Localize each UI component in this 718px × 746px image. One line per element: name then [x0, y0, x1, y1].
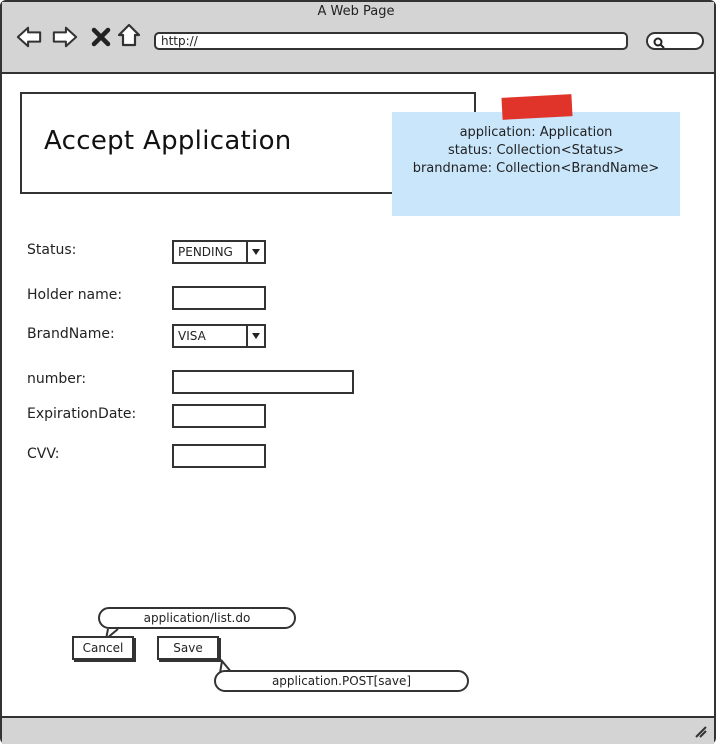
search-field[interactable] — [646, 32, 704, 50]
page-title: Accept Application — [44, 126, 292, 156]
window-title: A Web Page — [317, 4, 395, 19]
status-label: Status: — [27, 242, 77, 258]
number-field[interactable] — [172, 370, 354, 394]
number-label: number: — [27, 371, 87, 387]
expiration-date-field[interactable] — [172, 404, 266, 428]
note-line: application: Application — [459, 125, 613, 140]
cancel-button[interactable]: Cancel — [72, 636, 134, 660]
back-icon[interactable] — [16, 24, 42, 50]
save-button[interactable]: Save — [157, 636, 219, 660]
cvv-field[interactable] — [172, 444, 266, 468]
forward-icon[interactable] — [52, 24, 78, 50]
status-select-value: PENDING — [178, 245, 233, 259]
url-bar[interactable]: http:// — [154, 32, 628, 50]
search-icon — [652, 35, 666, 54]
status-select[interactable]: PENDING — [172, 240, 266, 264]
holder-name-label: Holder name: — [27, 287, 123, 303]
note-line: brandname: Collection<BrandName> — [412, 161, 660, 176]
brandname-select-value: VISA — [178, 329, 206, 343]
home-icon[interactable] — [116, 22, 142, 48]
chevron-down-icon[interactable] — [246, 326, 264, 346]
cvv-label: CVV: — [27, 446, 60, 462]
sticky-note-text: application: Application status: Collect… — [392, 124, 680, 178]
save-target-callout: application.POST[save] — [214, 670, 469, 692]
holder-name-field[interactable] — [172, 286, 266, 310]
note-tape — [501, 94, 573, 120]
expiration-date-label: ExpirationDate: — [27, 406, 137, 422]
brandname-label: BrandName: — [27, 326, 115, 342]
note-line: status: Collection<Status> — [448, 143, 624, 158]
browser-statusbar — [2, 716, 714, 744]
brandname-select[interactable]: VISA — [172, 324, 266, 348]
cancel-target-callout: application/list.do — [98, 607, 296, 629]
resize-grip-icon[interactable] — [694, 724, 708, 743]
stop-icon[interactable] — [88, 24, 114, 50]
chevron-down-icon[interactable] — [246, 242, 264, 262]
